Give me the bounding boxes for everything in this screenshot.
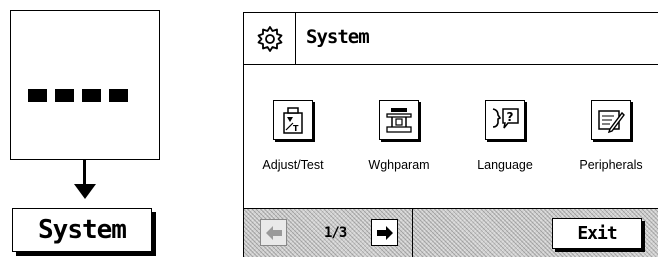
wghparam-button[interactable] <box>379 100 419 140</box>
system-button-label: System <box>38 215 127 245</box>
screen-title: System <box>306 26 370 48</box>
balance-icon <box>386 108 412 133</box>
adjust-weight-icon: T <box>283 107 303 134</box>
svg-text:?: ? <box>507 110 514 124</box>
gear-icon <box>244 13 296 64</box>
page-indicator: 1/3 <box>324 225 347 241</box>
wghparam-label: Wghparam <box>368 158 430 172</box>
language-face-icon: ? <box>492 108 519 129</box>
exit-button[interactable]: Exit <box>552 218 642 249</box>
function-key[interactable] <box>10 10 160 160</box>
next-page-button[interactable] <box>371 219 398 246</box>
language-button[interactable]: ? <box>485 100 525 140</box>
peripherals-label: Peripherals <box>579 158 643 172</box>
svg-text:T: T <box>293 124 299 133</box>
down-arrow-head-icon <box>74 184 96 199</box>
system-button[interactable]: System <box>12 208 152 252</box>
adjust-test-button[interactable]: T <box>273 100 313 140</box>
peripherals-button[interactable] <box>591 100 631 140</box>
language-label: Language <box>477 158 533 172</box>
bar-divider <box>412 209 413 257</box>
printer-pen-icon <box>598 110 625 134</box>
system-screen: System T Adjust/Test Wghparam ? Language… <box>243 12 658 257</box>
adjust-test-label: Adjust/Test <box>262 158 324 172</box>
arrow-left-icon <box>265 225 282 240</box>
down-arrow-icon <box>83 160 86 186</box>
exit-button-label: Exit <box>577 223 617 244</box>
dots-icon <box>28 89 128 102</box>
bottom-bar: 1/3 Exit <box>244 208 658 257</box>
previous-page-button[interactable] <box>260 219 287 246</box>
arrow-right-icon <box>376 225 393 240</box>
title-bar: System <box>244 13 658 65</box>
